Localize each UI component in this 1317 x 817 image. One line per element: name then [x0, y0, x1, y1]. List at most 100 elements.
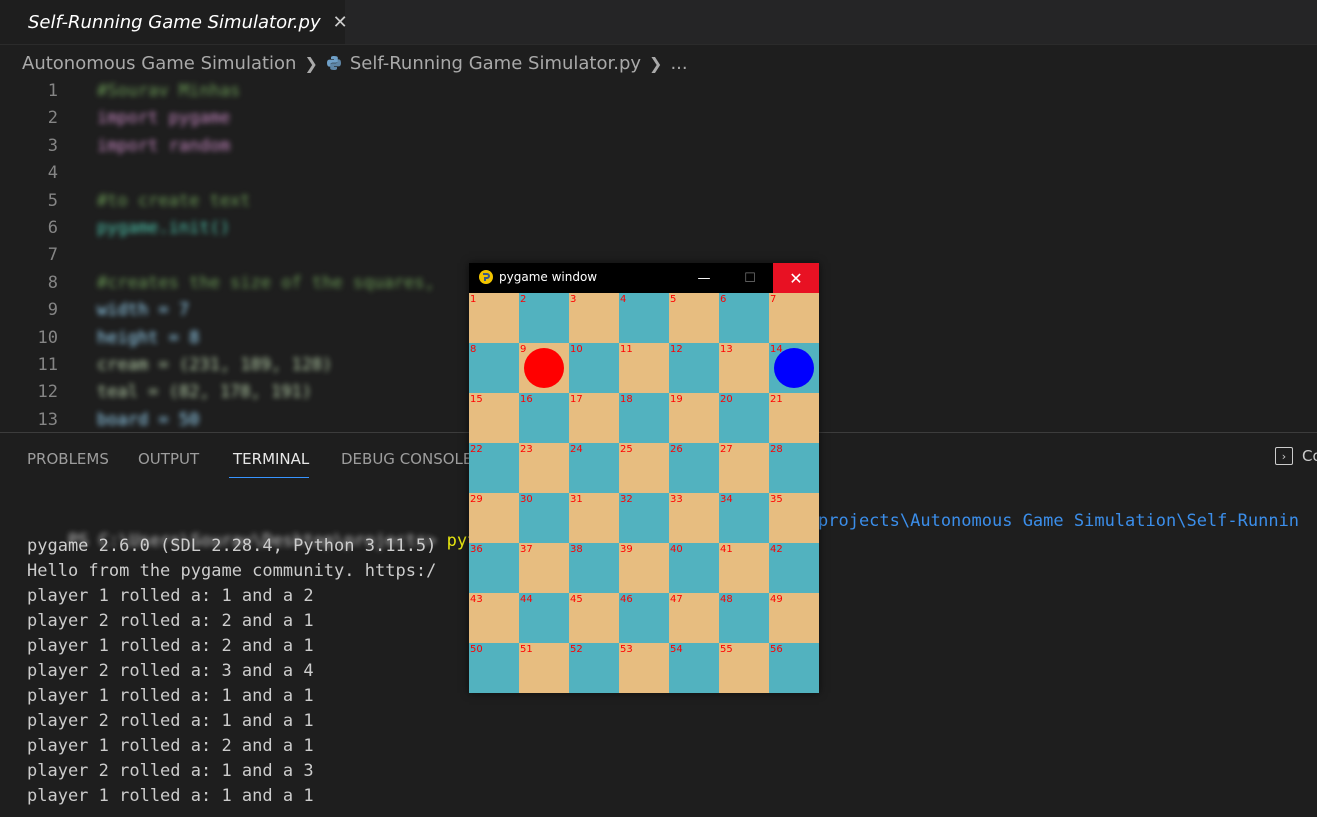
board-square: 3 [569, 293, 619, 343]
board-square: 7 [769, 293, 819, 343]
board-square: 12 [669, 343, 719, 393]
line-number: 12 [37, 382, 58, 403]
square-number: 21 [770, 394, 783, 405]
board-square: 39 [619, 543, 669, 593]
new-terminal-button[interactable]: › Co [1275, 447, 1317, 465]
board-square: 42 [769, 543, 819, 593]
square-number: 13 [720, 344, 733, 355]
square-number: 15 [470, 394, 483, 405]
board-square: 35 [769, 493, 819, 543]
square-number: 26 [670, 444, 683, 455]
code-line: 6 pygame.init() [0, 215, 1317, 242]
square-number: 27 [720, 444, 733, 455]
square-number: 42 [770, 544, 783, 555]
chevron-right-icon: ❯ [304, 53, 318, 73]
minimize-button[interactable]: — [681, 263, 727, 293]
line-number: 9 [47, 300, 58, 321]
breadcrumb: Autonomous Game Simulation ❯ Self-Runnin… [22, 50, 688, 76]
tab-debug-console[interactable]: DEBUG CONSOLE [341, 450, 472, 468]
square-number: 22 [470, 444, 483, 455]
terminal-line: player 2 rolled a: 1 and a 3 [27, 761, 314, 781]
code-line: 3 import random [0, 133, 1317, 160]
terminal-line: player 2 rolled a: 3 and a 4 [27, 661, 314, 681]
terminal-line: player 1 rolled a: 1 and a 1 [27, 686, 314, 706]
square-number: 43 [470, 594, 483, 605]
close-button[interactable]: ✕ [773, 263, 819, 293]
line-number: 3 [47, 135, 58, 156]
terminal-line: player 1 rolled a: 1 and a 1 [27, 786, 314, 806]
board-square: 30 [519, 493, 569, 543]
square-number: 16 [520, 394, 533, 405]
breadcrumb-folder[interactable]: Autonomous Game Simulation [22, 53, 296, 74]
pygame-window[interactable]: pygame window — ☐ ✕ 1 2 3 4 5 6 7 8 9 10 11 12 13 14 1… [469, 263, 819, 693]
board-square: 41 [719, 543, 769, 593]
square-number: 35 [770, 494, 783, 505]
board-square: 2 [519, 293, 569, 343]
pygame-title-bar[interactable]: pygame window — ☐ ✕ [469, 263, 819, 293]
close-icon[interactable]: ✕ [333, 12, 348, 33]
tab-problems[interactable]: PROBLEMS [27, 450, 109, 468]
square-number: 34 [720, 494, 733, 505]
line-number: 6 [47, 218, 58, 238]
tab-output[interactable]: OUTPUT [138, 450, 199, 468]
pygame-snake-icon [479, 270, 493, 284]
square-number: 49 [770, 594, 783, 605]
square-number: 44 [520, 594, 533, 605]
square-number: 52 [570, 644, 583, 655]
square-number: 53 [620, 644, 633, 655]
board-square: 22 [469, 443, 519, 493]
square-number: 29 [470, 494, 483, 505]
code-text: board = 50 [97, 409, 200, 430]
board-square: 31 [569, 493, 619, 543]
breadcrumb-file[interactable]: Self-Running Game Simulator.py [350, 53, 641, 74]
square-number: 38 [570, 544, 583, 555]
square-number: 56 [770, 644, 783, 655]
square-number: 54 [670, 644, 683, 655]
board-square: 1 [469, 293, 519, 343]
square-number: 20 [720, 394, 733, 405]
tab-terminal[interactable]: TERMINAL [233, 450, 309, 468]
board-square: 27 [719, 443, 769, 493]
board-square: 50 [469, 643, 519, 693]
square-number: 46 [620, 594, 633, 605]
board-square: 10 [569, 343, 619, 393]
square-number: 32 [620, 494, 633, 505]
breadcrumb-more[interactable]: ... [670, 53, 687, 74]
maximize-button[interactable]: ☐ [727, 263, 773, 293]
code-text: import random [97, 135, 231, 156]
code-text: #creates the size of the squares, [97, 272, 435, 293]
code-line: 5 #to create text [0, 188, 1317, 215]
code-line: 2 import pygame [0, 105, 1317, 132]
board-square: 20 [719, 393, 769, 443]
player-1-token [524, 348, 564, 388]
board-square: 15 [469, 393, 519, 443]
square-number: 45 [570, 594, 583, 605]
terminal-line: player 2 rolled a: 2 and a 1 [27, 611, 314, 631]
square-number: 41 [720, 544, 733, 555]
square-number: 31 [570, 494, 583, 505]
code-text: width = 7 [97, 300, 190, 321]
code-text: teal = (82, 178, 191) [97, 382, 312, 403]
square-number: 39 [620, 544, 633, 555]
line-number: 10 [37, 327, 58, 348]
editor-tab[interactable]: Self-Running Game Simulator.py ✕ [0, 0, 348, 44]
square-number: 25 [620, 444, 633, 455]
board-square: 5 [669, 293, 719, 343]
square-number: 8 [470, 344, 477, 355]
board-square: 53 [619, 643, 669, 693]
terminal-line: player 1 rolled a: 2 and a 1 [27, 736, 314, 756]
player-2-token [774, 348, 814, 388]
square-number: 23 [520, 444, 533, 455]
board-square: 49 [769, 593, 819, 643]
code-text: import pygame [97, 108, 231, 129]
board-square: 48 [719, 593, 769, 643]
square-number: 40 [670, 544, 683, 555]
line-number: 5 [47, 190, 58, 211]
board-square: 56 [769, 643, 819, 693]
board-square: 54 [669, 643, 719, 693]
square-number: 7 [770, 294, 777, 305]
square-number: 30 [520, 494, 533, 505]
square-number: 55 [720, 644, 733, 655]
board-square: 34 [719, 493, 769, 543]
square-number: 28 [770, 444, 783, 455]
